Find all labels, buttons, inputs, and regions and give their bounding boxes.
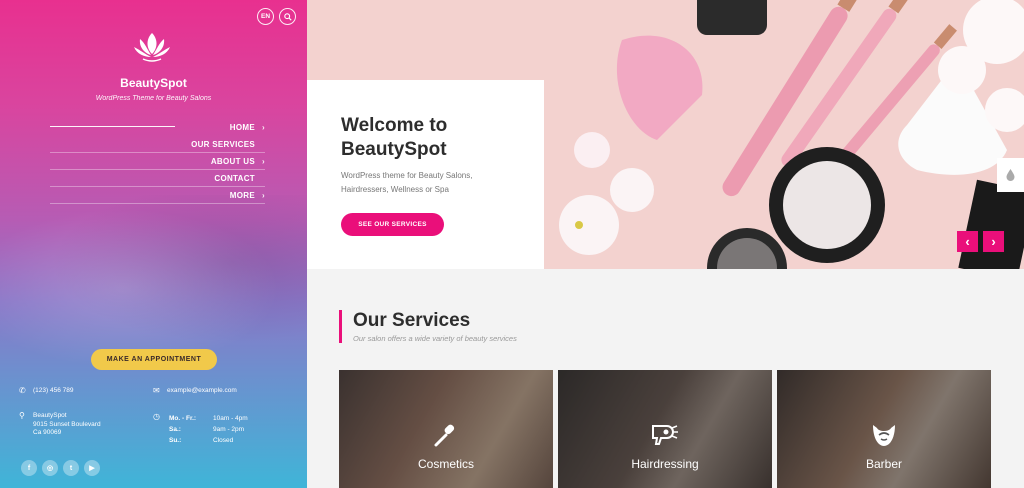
nav-item-our-services[interactable]: OUR SERVICES <box>50 136 265 153</box>
chevron-right-icon: › <box>262 157 265 166</box>
beard-icon <box>873 425 895 446</box>
nav-item-more[interactable]: MORE › <box>50 187 265 204</box>
services-title: Our Services <box>353 310 471 331</box>
drop-icon <box>1006 169 1015 181</box>
make-appointment-button[interactable]: MAKE AN APPOINTMENT <box>91 349 217 370</box>
youtube-icon[interactable]: ▶ <box>84 460 100 476</box>
nav-item-label: HOME <box>229 123 255 132</box>
hours-row: Mo. - Fr.: 10am - 4pm <box>169 414 258 423</box>
service-card-name: Hairdressing <box>631 457 699 471</box>
card-icon-wrap <box>339 422 553 448</box>
nav-item-label: OUR SERVICES <box>191 140 255 149</box>
envelope-icon: ✉ <box>153 386 160 395</box>
slider-next-button[interactable]: › <box>983 231 1004 252</box>
nav-item-about-us[interactable]: ABOUT US › <box>50 153 265 170</box>
email-info[interactable]: ✉ example@example.com <box>153 386 237 396</box>
hours-day: Su.: <box>169 437 182 444</box>
address-info: ⚲ BeautySpot 9015 Sunset Boulevard Ca 90… <box>19 411 101 438</box>
hours-time: Closed <box>213 437 234 444</box>
social-links: f ◎ t ▶ <box>21 460 100 476</box>
slider-prev-button[interactable]: ‹ <box>957 231 978 252</box>
address-city: Ca 90069 <box>33 429 62 436</box>
nav-item-label: ABOUT US <box>210 157 255 166</box>
card-icon-wrap <box>558 422 772 446</box>
top-icons: EN <box>257 8 296 25</box>
nav-divider <box>50 203 265 204</box>
hero-card: Welcome to BeautySpot WordPress theme fo… <box>307 80 544 269</box>
hair-dryer-icon <box>652 425 678 445</box>
map-pin-icon: ⚲ <box>19 411 25 420</box>
service-card-barber[interactable]: Barber <box>777 370 991 488</box>
hours-day: Sa.: <box>169 426 181 433</box>
address-name: BeautySpot <box>33 412 67 419</box>
nav-item-home[interactable]: HOME › <box>50 119 265 136</box>
email-address: example@example.com <box>167 387 237 394</box>
nav-divider <box>50 126 175 127</box>
instagram-icon[interactable]: ◎ <box>42 460 58 476</box>
service-card-name: Barber <box>865 457 903 471</box>
brand-subtitle: WordPress Theme for Beauty Salons <box>95 95 212 102</box>
nav-item-contact[interactable]: CONTACT <box>50 170 265 187</box>
hours-row: Sa.: 9am - 2pm <box>169 425 258 434</box>
hours-time: 9am - 2pm <box>213 426 245 433</box>
services-heading: Our Services Our salon offers a wide var… <box>339 310 517 343</box>
clock-icon: ◷ <box>153 412 160 421</box>
search-icon <box>283 12 292 21</box>
hero-slider: Welcome to BeautySpot WordPress theme fo… <box>307 0 1024 269</box>
service-card-hairdressing[interactable]: Hairdressing <box>558 370 772 488</box>
card-icon-wrap <box>777 422 991 448</box>
service-cards: Cosmetics Hairdressing Barber <box>339 370 991 488</box>
hours-day: Mo. - Fr.: <box>169 415 197 422</box>
main-nav: HOME › OUR SERVICES ABOUT US › CONTACT M… <box>50 119 265 204</box>
sidebar: EN BeautySpot WordPress Theme for Beauty… <box>0 0 307 488</box>
address-street: 9015 Sunset Boulevard <box>33 420 101 428</box>
search-button[interactable] <box>279 8 296 25</box>
phone-info[interactable]: ✆ (123) 456 789 <box>19 386 74 396</box>
services-subtitle: Our salon offers a wide variety of beaut… <box>353 334 517 343</box>
hours-time: 10am - 4pm <box>213 415 248 422</box>
phone-icon: ✆ <box>19 386 26 395</box>
service-card-name: Cosmetics <box>417 457 474 471</box>
brand-title[interactable]: BeautySpot <box>0 76 307 90</box>
hero-description: WordPress theme for Beauty Salons, Haird… <box>341 171 473 194</box>
makeup-brush-icon <box>434 424 455 447</box>
lotus-icon[interactable] <box>132 30 172 64</box>
facebook-icon[interactable]: f <box>21 460 37 476</box>
side-tab-button[interactable] <box>997 158 1024 192</box>
chevron-right-icon: › <box>262 123 265 132</box>
hero-title: Welcome to BeautySpot <box>341 115 448 160</box>
hours-row: Su.: Closed <box>169 436 258 445</box>
twitter-icon[interactable]: t <box>63 460 79 476</box>
chevron-right-icon: › <box>262 191 265 200</box>
phone-number: (123) 456 789 <box>33 387 74 394</box>
see-our-services-button[interactable]: SEE OUR SERVICES <box>341 213 444 236</box>
nav-item-label: CONTACT <box>214 174 255 183</box>
language-button[interactable]: EN <box>257 8 274 25</box>
service-card-cosmetics[interactable]: Cosmetics <box>339 370 553 488</box>
sidebar-background-photo <box>0 195 307 365</box>
opening-hours: ◷ Mo. - Fr.: 10am - 4pm Sa.: 9am - 2pm Su.… <box>153 412 260 447</box>
nav-item-label: MORE <box>229 191 255 200</box>
